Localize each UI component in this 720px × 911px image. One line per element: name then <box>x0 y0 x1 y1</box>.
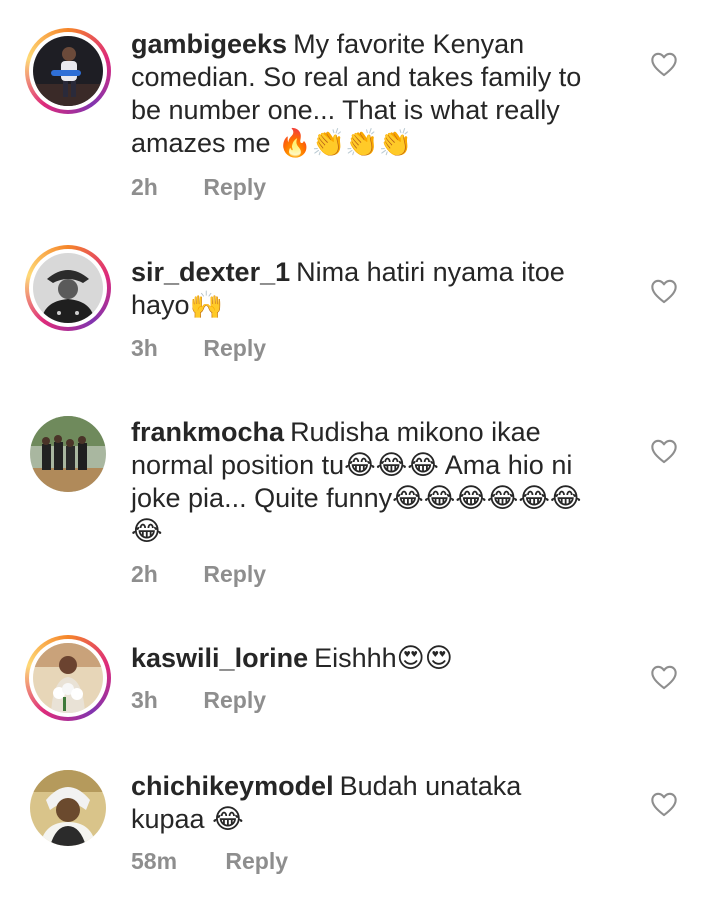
comment-username[interactable]: chichikeymodel <box>131 771 334 801</box>
heart-outline-icon[interactable] <box>650 51 678 77</box>
comment-timestamp: 3h <box>131 687 158 713</box>
comments-list: gambigeeks My favorite Kenyan comedian. S… <box>0 0 720 911</box>
avatar-story-ring[interactable] <box>25 245 111 331</box>
reply-button[interactable]: Reply <box>225 848 288 875</box>
avatar <box>30 416 106 492</box>
reply-button[interactable]: Reply <box>203 561 266 588</box>
comment-username[interactable]: sir_dexter_1 <box>131 257 290 287</box>
heart-outline-icon[interactable] <box>650 664 678 690</box>
comment-username[interactable]: kaswili_lorine <box>131 643 308 673</box>
avatar <box>33 36 103 106</box>
comment-timestamp: 2h <box>131 561 158 587</box>
comment-timestamp: 3h <box>131 335 158 361</box>
heart-outline-icon[interactable] <box>650 791 678 817</box>
comment-username[interactable]: frankmocha <box>131 417 284 447</box>
avatar-story-ring[interactable] <box>25 635 111 721</box>
avatar-container[interactable] <box>25 411 111 497</box>
avatar <box>33 253 103 323</box>
comment-timestamp: 58m <box>131 848 178 874</box>
reply-button[interactable]: Reply <box>203 174 266 201</box>
heart-outline-icon[interactable] <box>650 438 678 464</box>
heart-outline-icon[interactable] <box>650 278 678 304</box>
reply-button[interactable]: Reply <box>203 335 266 362</box>
avatar-container[interactable] <box>25 765 111 851</box>
avatar <box>33 643 103 713</box>
avatar <box>30 770 106 846</box>
avatar-story-ring[interactable] <box>25 28 111 114</box>
comment-username[interactable]: gambigeeks <box>131 29 287 59</box>
comment-text: Eishhh😍😍 <box>314 643 453 673</box>
comment-timestamp: 2h <box>131 174 158 200</box>
reply-button[interactable]: Reply <box>203 687 266 714</box>
